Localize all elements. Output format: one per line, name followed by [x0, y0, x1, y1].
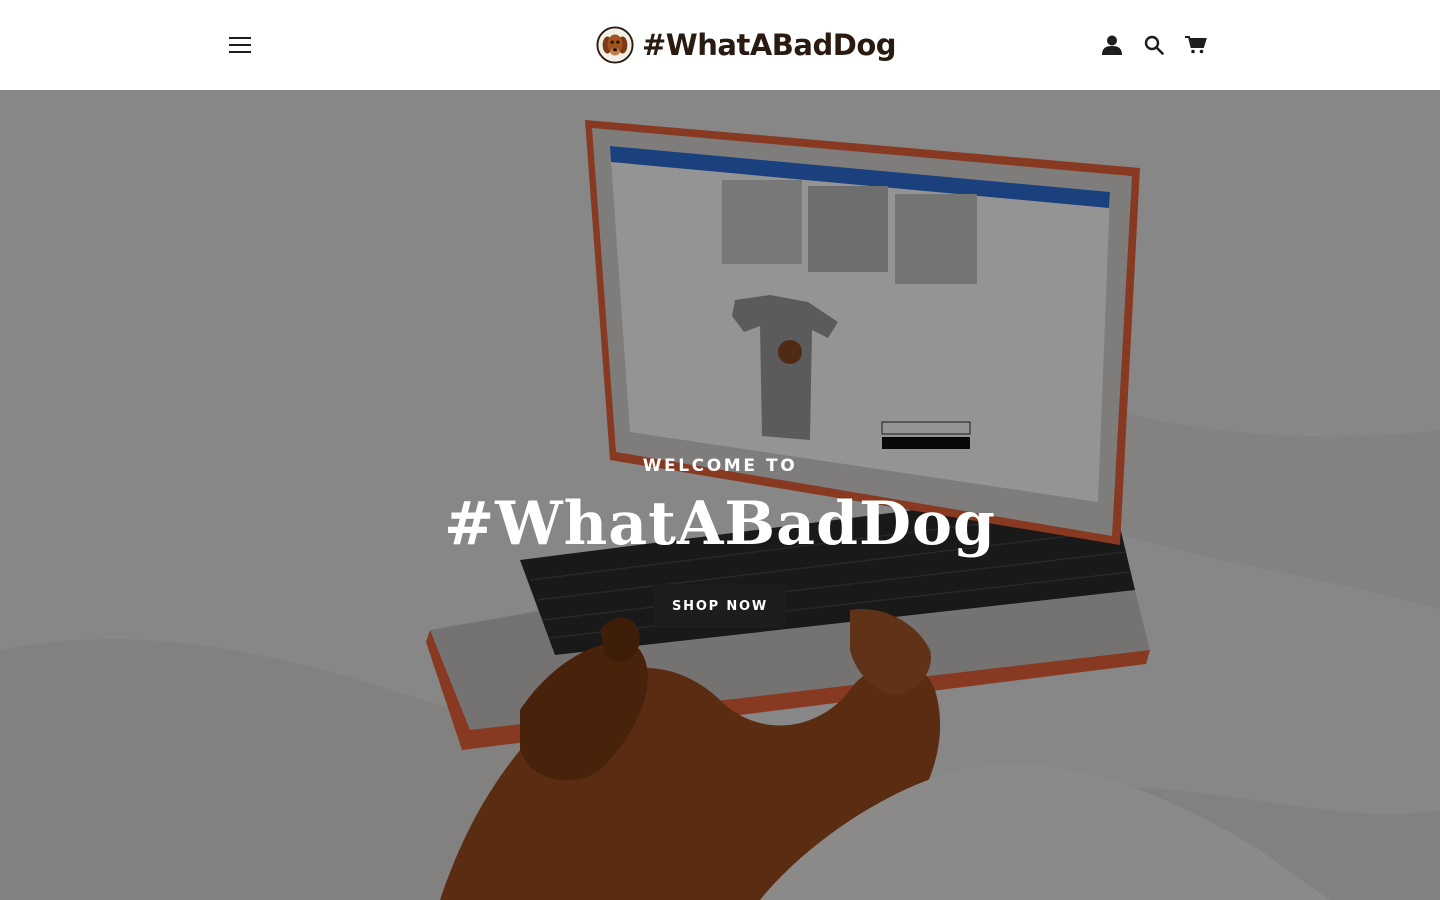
site-logo-link[interactable]: #WhatABadDog: [596, 22, 897, 68]
search-icon[interactable]: [1142, 33, 1166, 57]
hamburger-menu-icon[interactable]: [226, 30, 254, 60]
shopping-cart-icon[interactable]: [1184, 33, 1208, 57]
site-header: #WhatABadDog: [0, 0, 1440, 90]
shop-now-button[interactable]: SHOP NOW: [654, 584, 786, 628]
menu-bar: [229, 51, 251, 53]
header-actions: [1100, 30, 1208, 60]
menu-bar: [229, 44, 251, 46]
hero-banner: WELCOME TO #WhatABadDog SHOP NOW: [0, 90, 1440, 900]
menu-bar: [229, 37, 251, 39]
user-icon[interactable]: [1100, 33, 1124, 57]
logo-text: #WhatABadDog: [642, 28, 897, 62]
hero-kicker: WELCOME TO: [642, 456, 798, 476]
hero-title: #WhatABadDog: [444, 489, 996, 559]
dog-face-icon: [596, 26, 634, 64]
hero-content: WELCOME TO #WhatABadDog SHOP NOW: [0, 456, 1440, 628]
